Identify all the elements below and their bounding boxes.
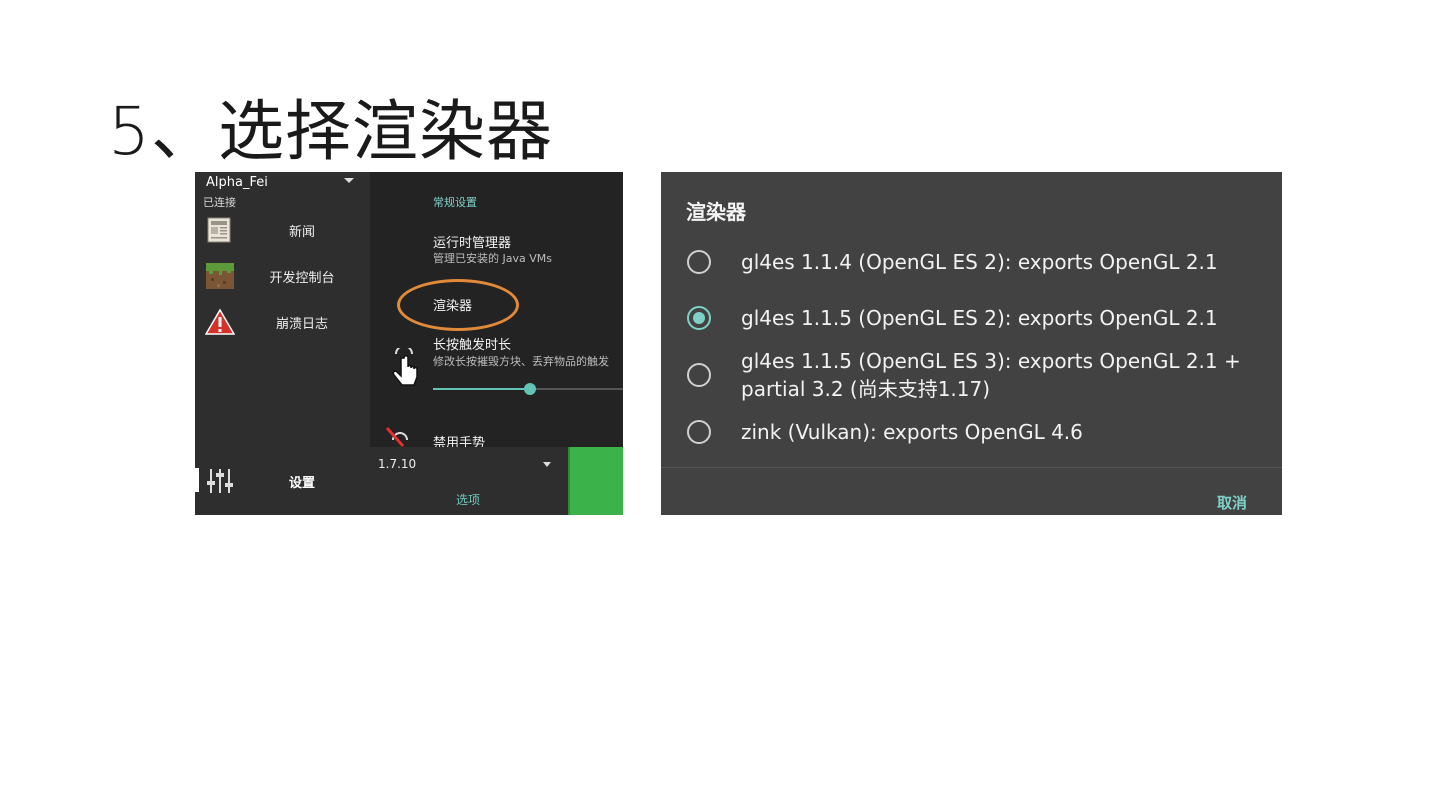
sliders-icon [207, 469, 233, 493]
sidebar-item-label: 开发控制台 [269, 271, 335, 286]
sidebar-item-label: 新闻 [288, 225, 315, 240]
sidebar-item-label: 设置 [288, 476, 315, 491]
settings-panel: 常规设置 运行时管理器 管理已安装的 Java VMs 渲染器 长按触发时长 修… [370, 172, 623, 451]
slider-fill [433, 388, 530, 390]
cancel-button[interactable]: 取消 [1217, 492, 1247, 513]
long-press-description: 修改长按摧毁方块、丢弃物品的触发 [433, 355, 609, 368]
renderer-option[interactable]: 渲染器 [433, 295, 472, 314]
play-button[interactable] [568, 447, 623, 515]
chevron-down-icon[interactable] [543, 462, 551, 467]
dialog-divider [661, 467, 1282, 468]
dialog-title: 渲染器 [686, 200, 746, 224]
newspaper-icon [207, 217, 231, 243]
radio-button[interactable] [687, 363, 711, 387]
long-press-slider[interactable] [433, 383, 623, 395]
touch-hand-icon [392, 348, 418, 386]
sidebar-item-label: 崩溃日志 [275, 317, 328, 332]
radio-button[interactable] [687, 420, 711, 444]
warning-icon [205, 308, 235, 335]
radio-button[interactable] [687, 250, 711, 274]
bottom-bar: 1.7.10 选项 [370, 447, 623, 515]
disable-gesture-icon [385, 427, 408, 447]
active-indicator [195, 468, 199, 492]
slider-thumb[interactable] [523, 383, 536, 395]
slide-title: 5、选择渲染器 [108, 93, 553, 170]
sidebar-item-news[interactable]: 新闻 [195, 212, 370, 252]
renderer-option-label: gl4es 1.1.5 (OpenGL ES 3): exports OpenG… [741, 349, 1241, 401]
account-dropdown-icon[interactable] [344, 178, 354, 183]
sidebar-item-dev-console[interactable]: 开发控制台 [195, 258, 370, 298]
renderer-option-label: gl4es 1.1.5 (OpenGL ES 2): exports OpenG… [741, 306, 1218, 330]
section-header: 常规设置 [433, 196, 477, 209]
version-select[interactable]: 1.7.10 [378, 457, 416, 471]
radio-button-selected[interactable] [687, 306, 711, 330]
renderer-option-label: zink (Vulkan): exports OpenGL 4.6 [741, 420, 1083, 444]
runtime-manager-option[interactable]: 运行时管理器 [433, 232, 511, 251]
options-button[interactable]: 选项 [456, 491, 480, 508]
grass-block-icon [206, 263, 234, 289]
renderer-option-label: gl4es 1.1.4 (OpenGL ES 2): exports OpenG… [741, 250, 1218, 274]
sidebar: Alpha_Fei 已连接 新闻 开发控制台 崩溃日志 设置 [195, 172, 370, 515]
long-press-option[interactable]: 长按触发时长 [433, 334, 511, 353]
sidebar-item-settings[interactable]: 设置 [195, 462, 370, 502]
account-name[interactable]: Alpha_Fei [206, 175, 268, 190]
launcher-screenshot: Alpha_Fei 已连接 新闻 开发控制台 崩溃日志 设置 常规设置 运行时管… [195, 172, 623, 515]
account-status: 已连接 [203, 196, 236, 209]
renderer-dialog: 渲染器 gl4es 1.1.4 (OpenGL ES 2): exports O… [661, 172, 1282, 515]
runtime-manager-description: 管理已安装的 Java VMs [433, 252, 552, 265]
sidebar-item-crash-log[interactable]: 崩溃日志 [195, 304, 370, 344]
